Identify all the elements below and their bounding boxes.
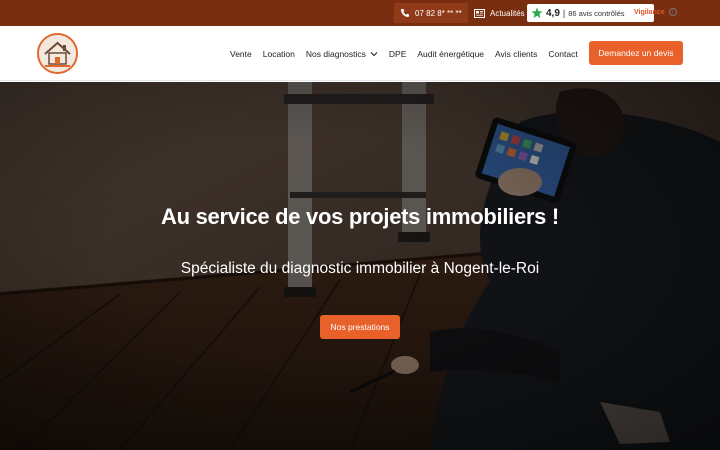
site-header: Vente Location Nos diagnostics DPE Audit…: [0, 26, 720, 81]
nav-label: DPE: [388, 48, 407, 59]
phone-number: 07 82 8* ** **: [415, 8, 462, 18]
top-bar: 07 82 8* ** ** Actualités 4,9 | 86 avis …: [0, 0, 720, 26]
nav-label: Nos diagnostics: [305, 48, 366, 59]
star-icon: [531, 7, 543, 18]
nav-item-audit[interactable]: Audit énergétique: [417, 49, 484, 59]
nav-label: Avis clients: [495, 48, 538, 59]
nav-label: Location: [262, 48, 295, 59]
vigilance-label: Vigilance: [634, 8, 665, 16]
news-label: Actualités: [490, 8, 525, 18]
hero-subtitle: Spécialiste du diagnostic immobilier à N…: [180, 260, 540, 277]
review-separator: |: [562, 8, 566, 18]
review-score: 4,9: [546, 7, 560, 19]
newspaper-icon: [474, 8, 485, 18]
hero-title: Au service de vos projets immobiliers !: [161, 204, 559, 229]
quote-button[interactable]: Demandez un devis: [589, 41, 683, 65]
review-count: 86 avis contrôlés: [568, 8, 625, 18]
info-icon[interactable]: i: [668, 8, 677, 16]
news-link[interactable]: Actualités: [470, 3, 529, 23]
nav-item-avis[interactable]: Avis clients: [495, 49, 537, 59]
phone-link[interactable]: 07 82 8* ** **: [394, 3, 468, 23]
chevron-down-icon: [370, 51, 378, 56]
nav-item-location[interactable]: Location: [263, 49, 295, 59]
phone-icon: [401, 9, 409, 17]
house-logo-icon[interactable]: [37, 33, 78, 74]
services-button[interactable]: Nos prestations: [320, 315, 400, 339]
nav-item-dpe[interactable]: DPE: [389, 49, 406, 59]
nav-item-vente[interactable]: Vente: [230, 49, 252, 59]
hero-section: Au service de vos projets immobiliers ! …: [0, 82, 720, 450]
vigilance-badge[interactable]: Vigilance i: [634, 8, 677, 16]
main-nav: Vente Location Nos diagnostics DPE Audit…: [230, 26, 578, 81]
nav-label: Vente: [230, 48, 252, 59]
nav-label: Contact: [548, 48, 578, 59]
nav-item-diagnostics[interactable]: Nos diagnostics: [306, 49, 378, 59]
nav-item-contact[interactable]: Contact: [548, 49, 577, 59]
nav-label: Audit énergétique: [417, 48, 485, 59]
